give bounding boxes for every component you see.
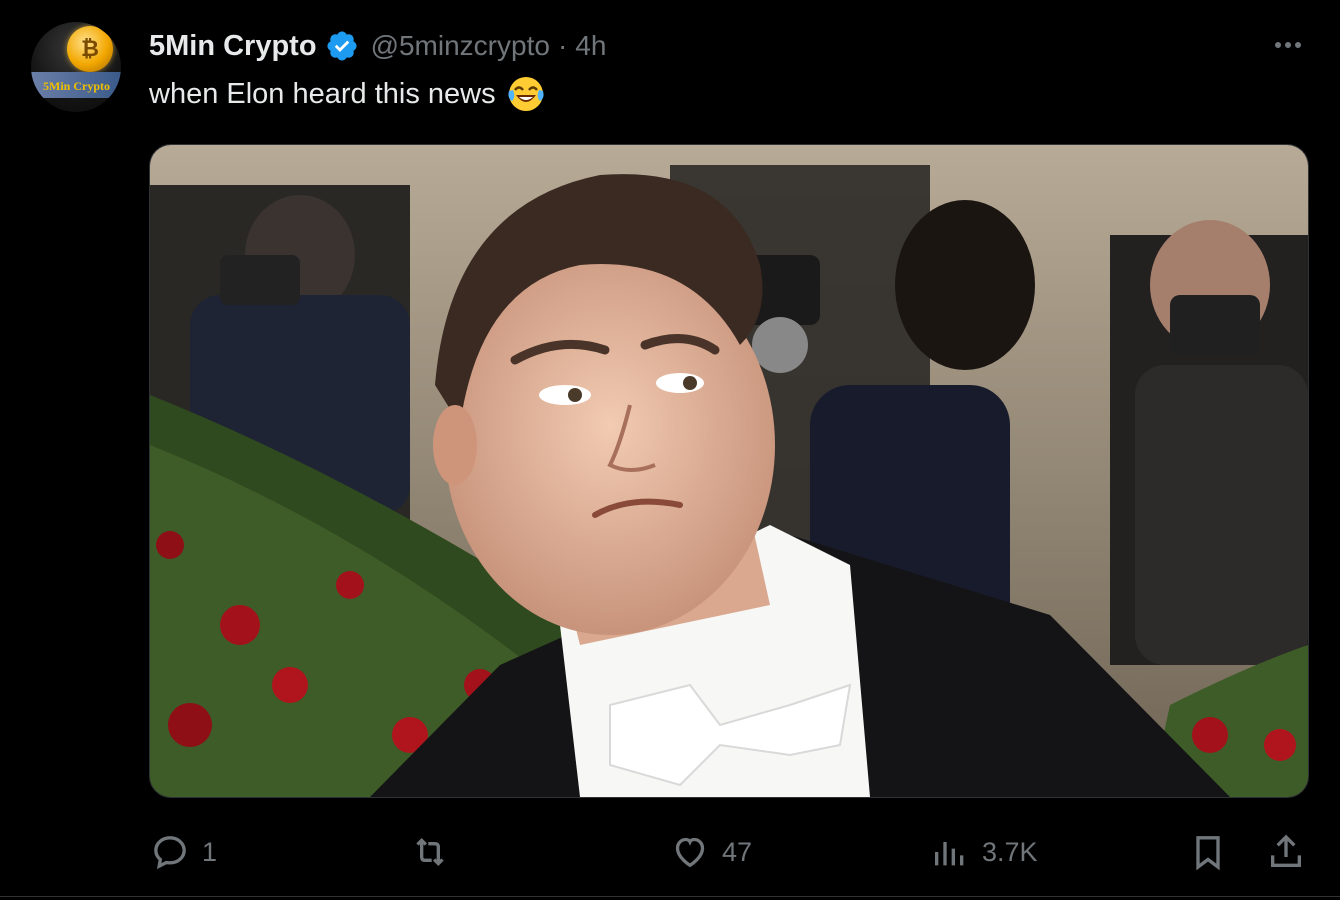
reply-button[interactable]: 1 [150,832,217,872]
like-count: 47 [722,836,753,867]
tweet-header: 5Min Crypto @5minzcrypto · 4h [149,26,606,66]
verified-badge-icon[interactable] [325,29,359,63]
tweet-image[interactable] [149,144,1309,798]
bookmark-button[interactable] [1188,832,1228,872]
share-button[interactable] [1266,832,1306,872]
avatar-text: 5Min Crypto [43,79,110,93]
author-name[interactable]: 5Min Crypto [149,30,317,63]
analytics-bars-icon [935,842,964,866]
reply-icon [154,836,186,870]
repost-button[interactable] [410,832,462,872]
heart-icon [675,837,705,868]
tweet[interactable]: ₿ 5Min Crypto 5Min Crypto @5minzcrypto ·… [0,0,1340,900]
author-handle[interactable]: @5minzcrypto [371,30,550,62]
reply-count: 1 [202,836,218,867]
tweet-text-content: when Elon heard this news [149,77,496,110]
bookmark-icon [1196,836,1220,871]
views-button[interactable]: 3.7K [930,832,1038,872]
divider [0,896,1340,897]
views-count: 3.7K [982,836,1038,867]
bitcoin-coin-icon: ₿ [67,26,113,72]
share-icon [1271,834,1301,867]
tweet-text: when Elon heard this news [149,74,546,114]
timestamp[interactable]: 4h [575,30,606,62]
face-with-tears-of-joy-icon [508,77,544,111]
separator-dot: · [557,30,568,61]
like-button[interactable]: 47 [670,832,752,872]
more-options-icon[interactable] [1268,30,1308,60]
tweet-actions: 1 47 3.7K [0,820,1340,880]
repost-icon [416,837,444,867]
photo-man-in-tuxedo [150,145,1308,797]
avatar[interactable]: ₿ 5Min Crypto [31,22,121,112]
